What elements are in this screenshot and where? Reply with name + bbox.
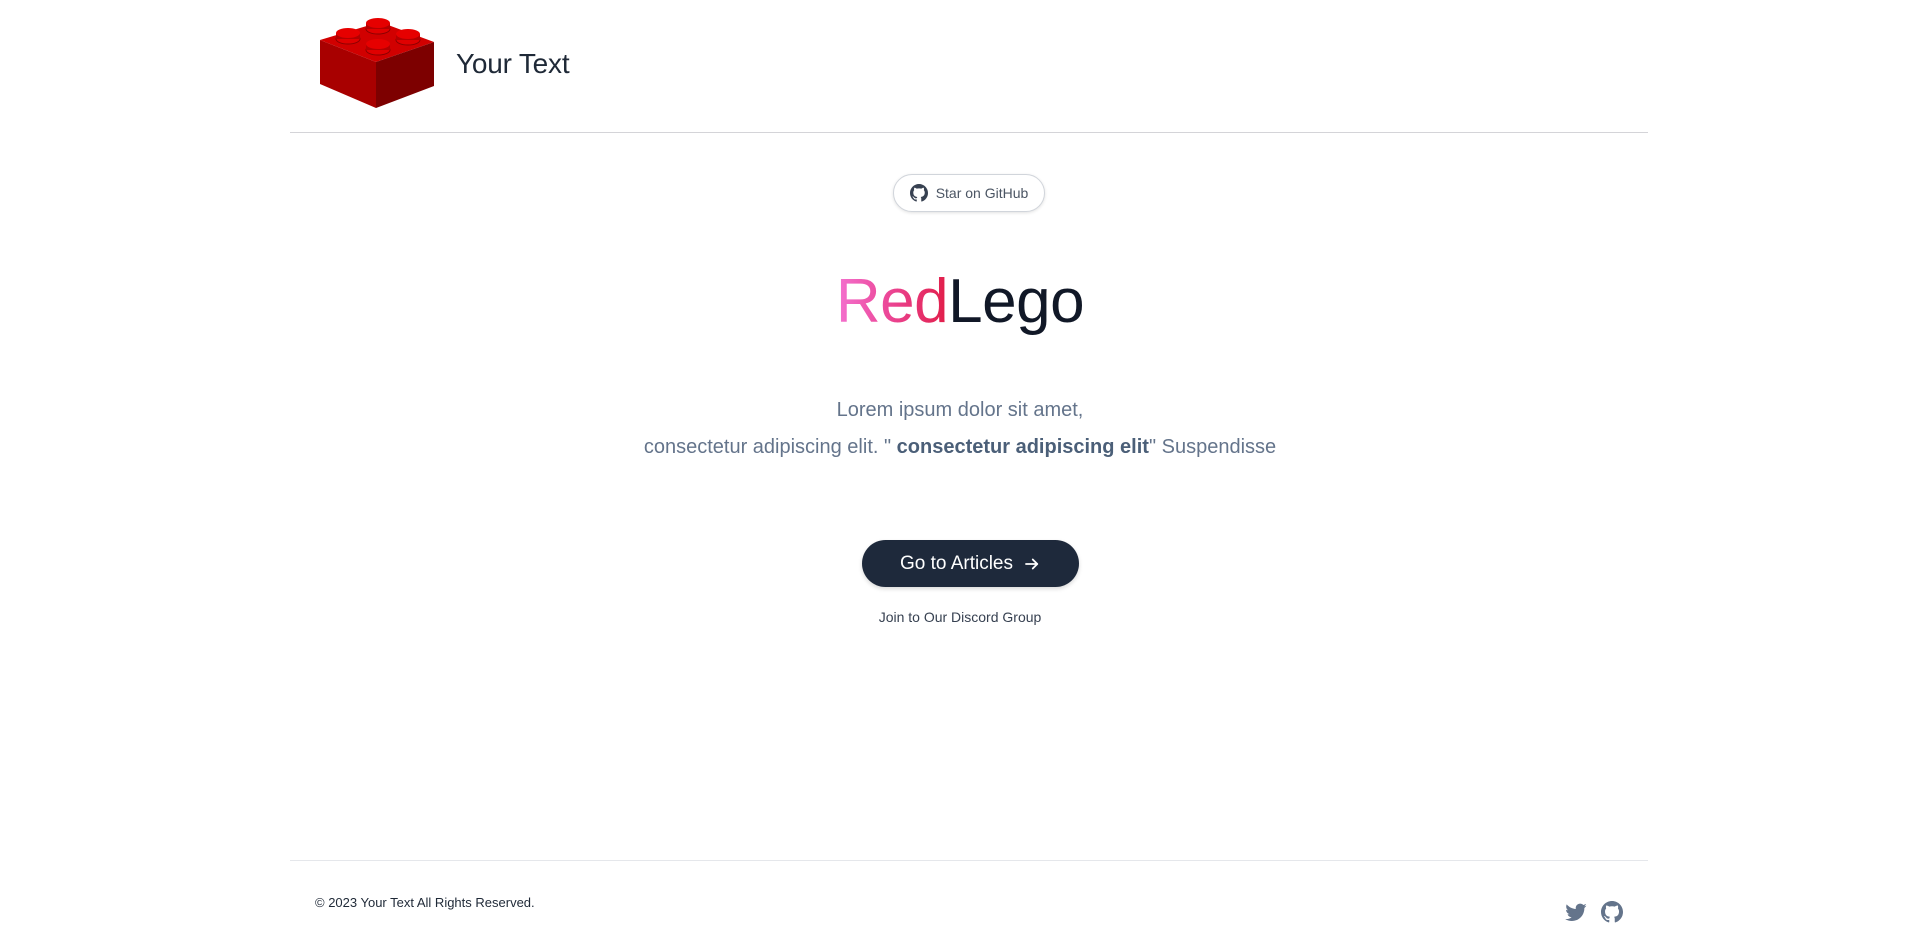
site-header: Your Text bbox=[290, 0, 1648, 133]
discord-link[interactable]: Join to Our Discord Group bbox=[0, 609, 1920, 625]
github-icon[interactable] bbox=[1601, 901, 1623, 923]
copyright-text: © 2023 Your Text All Rights Reserved. bbox=[315, 895, 535, 910]
github-icon bbox=[909, 184, 928, 202]
brand-name: Your Text bbox=[456, 48, 570, 79]
star-on-github-button[interactable]: Star on GitHub bbox=[893, 174, 1045, 212]
go-to-articles-label: Go to Articles bbox=[900, 552, 1013, 574]
site-footer: © 2023 Your Text All Rights Reserved. bbox=[290, 860, 1648, 932]
go-to-articles-button[interactable]: Go to Articles bbox=[862, 540, 1079, 587]
description-line-1: Lorem ipsum dolor sit amet, bbox=[836, 399, 1084, 421]
brand[interactable]: Your Text bbox=[318, 18, 570, 110]
twitter-icon[interactable] bbox=[1565, 901, 1587, 923]
description-suffix: " Suspendisse bbox=[1148, 436, 1277, 458]
description-bold: consectetur adipiscing elit bbox=[896, 436, 1149, 458]
description-prefix: consectetur adipiscing elit. " bbox=[643, 436, 897, 458]
hero-title-accent: Red bbox=[835, 267, 949, 336]
star-on-github-label: Star on GitHub bbox=[935, 185, 1029, 201]
hero-description: Lorem ipsum dolor sit amet, consectetur … bbox=[0, 392, 1920, 466]
arrow-right-icon bbox=[1025, 558, 1039, 569]
hero-title-rest: Lego bbox=[948, 267, 1085, 336]
hero-title: RedLego bbox=[0, 262, 1920, 342]
social-links bbox=[1565, 901, 1623, 923]
description-line-2: consectetur adipiscing elit. " consectet… bbox=[0, 429, 1920, 466]
lego-brick-logo-icon bbox=[320, 18, 434, 108]
